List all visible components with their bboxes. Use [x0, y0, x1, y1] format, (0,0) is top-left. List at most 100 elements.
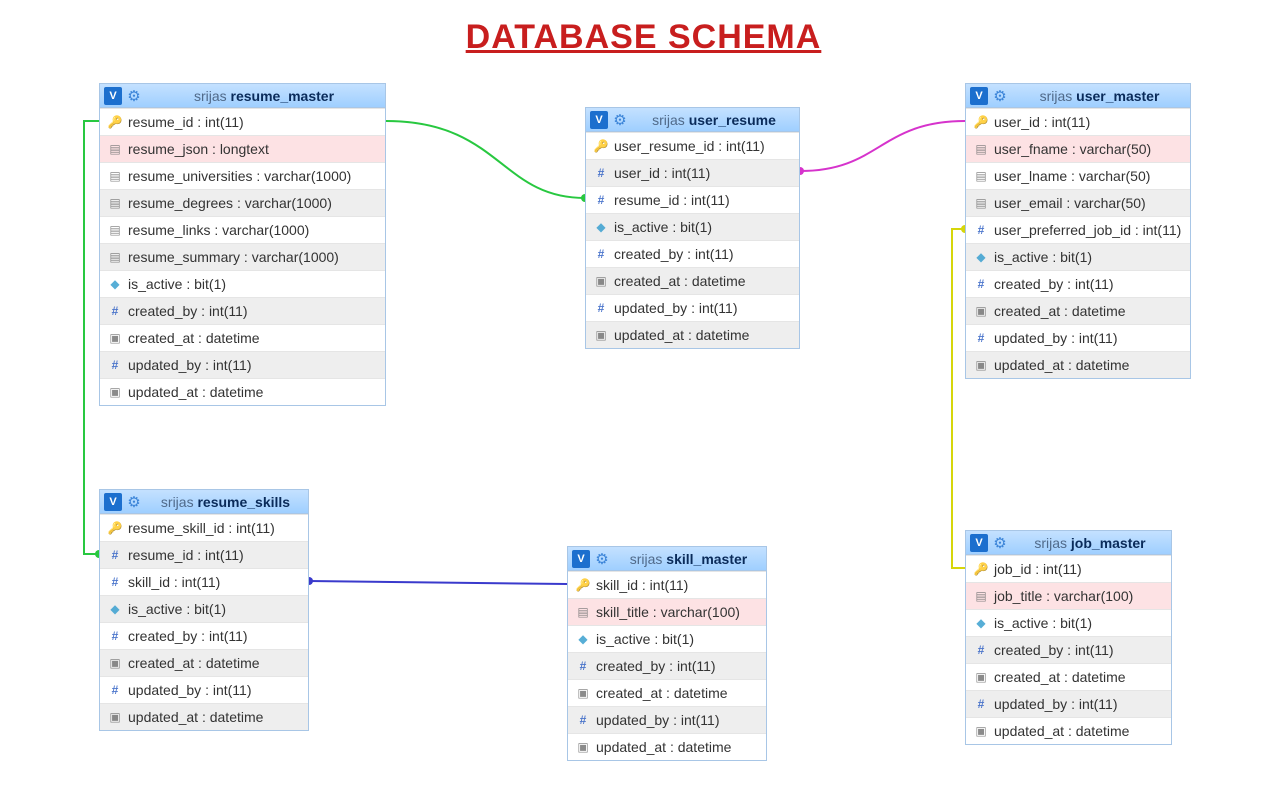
column-row[interactable]: ▤resume_universities : varchar(1000): [100, 162, 385, 189]
column-row[interactable]: 🔑skill_id : int(11): [568, 571, 766, 598]
column-row[interactable]: #user_id : int(11): [586, 159, 799, 186]
column-row[interactable]: ▤resume_summary : varchar(1000): [100, 243, 385, 270]
column-type-icon: ▣: [576, 686, 590, 700]
table-title: srijas resume_master: [147, 88, 381, 104]
view-icon: V: [104, 493, 122, 511]
column-row[interactable]: ◆is_active : bit(1): [966, 609, 1171, 636]
gear-icon[interactable]: ⚙: [125, 87, 143, 105]
column-row[interactable]: ▤user_fname : varchar(50): [966, 135, 1190, 162]
column-type-icon: #: [974, 331, 988, 345]
column-name: skill_id : int(11): [128, 574, 220, 590]
column-type-icon: #: [576, 659, 590, 673]
column-row[interactable]: 🔑resume_id : int(11): [100, 108, 385, 135]
table-user_resume[interactable]: V⚙srijas user_resume🔑user_resume_id : in…: [585, 107, 800, 349]
column-type-icon: ▣: [108, 385, 122, 399]
column-name: user_resume_id : int(11): [614, 138, 765, 154]
column-name: created_by : int(11): [994, 642, 1114, 658]
column-name: resume_skill_id : int(11): [128, 520, 275, 536]
table-header[interactable]: V⚙srijas user_master: [966, 84, 1190, 108]
column-row[interactable]: #resume_id : int(11): [586, 186, 799, 213]
column-type-icon: #: [108, 683, 122, 697]
column-row[interactable]: ▣created_at : datetime: [966, 297, 1190, 324]
column-row[interactable]: ◆is_active : bit(1): [568, 625, 766, 652]
column-row[interactable]: ▣updated_at : datetime: [100, 378, 385, 405]
column-row[interactable]: ▣updated_at : datetime: [966, 717, 1171, 744]
column-row[interactable]: ◆is_active : bit(1): [100, 595, 308, 622]
column-row[interactable]: ▣ created_at : datetime: [586, 267, 799, 294]
column-row[interactable]: #updated_by : int(11): [586, 294, 799, 321]
column-row[interactable]: #user_preferred_job_id : int(11): [966, 216, 1190, 243]
column-type-icon: ▤: [974, 142, 988, 156]
column-name: updated_by : int(11): [128, 357, 252, 373]
table-skill_master[interactable]: V⚙srijas skill_master🔑skill_id : int(11)…: [567, 546, 767, 761]
column-type-icon: #: [974, 277, 988, 291]
gear-icon[interactable]: ⚙: [593, 550, 611, 568]
column-row[interactable]: #created_by : int(11): [100, 297, 385, 324]
column-row[interactable]: #skill_id : int(11): [100, 568, 308, 595]
column-type-icon: #: [108, 358, 122, 372]
column-type-icon: ◆: [594, 220, 608, 234]
column-type-icon: #: [108, 304, 122, 318]
column-type-icon: 🔑: [576, 578, 590, 592]
column-row[interactable]: #created_by : int(11): [568, 652, 766, 679]
column-type-icon: ▤: [108, 142, 122, 156]
column-row[interactable]: #updated_by : int(11): [966, 324, 1190, 351]
column-row[interactable]: ▣updated_at : datetime: [966, 351, 1190, 378]
column-row[interactable]: #created_by : int(11): [586, 240, 799, 267]
column-row[interactable]: # updated_by : int(11): [966, 690, 1171, 717]
column-type-icon: ▤: [108, 223, 122, 237]
column-row[interactable]: ▣created_at : datetime: [966, 663, 1171, 690]
column-name: created_at : datetime: [614, 273, 746, 289]
column-row[interactable]: ▤skill_title : varchar(100): [568, 598, 766, 625]
column-type-icon: ▣: [108, 710, 122, 724]
column-row[interactable]: #resume_id : int(11): [100, 541, 308, 568]
gear-icon[interactable]: ⚙: [125, 493, 143, 511]
column-name: updated_by : int(11): [994, 696, 1118, 712]
column-row[interactable]: #updated_by : int(11): [100, 676, 308, 703]
column-row[interactable]: # updated_by : int(11): [100, 351, 385, 378]
table-resume_skills[interactable]: V⚙srijas resume_skills🔑resume_skill_id :…: [99, 489, 309, 731]
table-user_master[interactable]: V⚙srijas user_master🔑user_id : int(11)▤u…: [965, 83, 1191, 379]
column-type-icon: #: [594, 247, 608, 261]
gear-icon[interactable]: ⚙: [991, 87, 1009, 105]
column-row[interactable]: #created_by : int(11): [966, 270, 1190, 297]
column-row[interactable]: ▤user_email : varchar(50): [966, 189, 1190, 216]
table-header[interactable]: V⚙srijas resume_skills: [100, 490, 308, 514]
column-row[interactable]: ▤user_lname : varchar(50): [966, 162, 1190, 189]
column-row[interactable]: ▤resume_degrees : varchar(1000): [100, 189, 385, 216]
column-row[interactable]: 🔑resume_skill_id : int(11): [100, 514, 308, 541]
column-type-icon: #: [974, 697, 988, 711]
column-row[interactable]: ▤resume_json : longtext: [100, 135, 385, 162]
column-row[interactable]: ▣created_at : datetime: [100, 649, 308, 676]
column-row[interactable]: ▤job_title : varchar(100): [966, 582, 1171, 609]
gear-icon[interactable]: ⚙: [991, 534, 1009, 552]
column-row[interactable]: 🔑job_id : int(11): [966, 555, 1171, 582]
column-row[interactable]: ▣updated_at : datetime: [586, 321, 799, 348]
column-row[interactable]: ▣created_at : datetime: [568, 679, 766, 706]
column-row[interactable]: ▣updated_at : datetime: [568, 733, 766, 760]
column-row[interactable]: #created_by : int(11): [966, 636, 1171, 663]
column-row[interactable]: ▣created_at : datetime: [100, 324, 385, 351]
column-row[interactable]: ◆is_active : bit(1): [966, 243, 1190, 270]
column-row[interactable]: #updated_by : int(11): [568, 706, 766, 733]
column-row[interactable]: ▣updated_at : datetime: [100, 703, 308, 730]
table-header[interactable]: V⚙srijas user_resume: [586, 108, 799, 132]
column-name: user_lname : varchar(50): [994, 168, 1150, 184]
column-type-icon: ▣: [594, 274, 608, 288]
column-type-icon: ▣: [576, 740, 590, 754]
column-type-icon: #: [594, 301, 608, 315]
column-name: user_id : int(11): [994, 114, 1090, 130]
column-row[interactable]: #created_by : int(11): [100, 622, 308, 649]
table-header[interactable]: V⚙srijas resume_master: [100, 84, 385, 108]
table-resume_master[interactable]: V⚙srijas resume_master🔑resume_id : int(1…: [99, 83, 386, 406]
column-row[interactable]: ◆is_active : bit(1): [100, 270, 385, 297]
column-row[interactable]: 🔑user_resume_id : int(11): [586, 132, 799, 159]
column-row[interactable]: ◆is_active : bit(1): [586, 213, 799, 240]
table-job_master[interactable]: V⚙srijas job_master🔑job_id : int(11)▤job…: [965, 530, 1172, 745]
column-row[interactable]: 🔑user_id : int(11): [966, 108, 1190, 135]
gear-icon[interactable]: ⚙: [611, 111, 629, 129]
column-row[interactable]: ▤resume_links : varchar(1000): [100, 216, 385, 243]
table-header[interactable]: V⚙srijas job_master: [966, 531, 1171, 555]
table-header[interactable]: V⚙srijas skill_master: [568, 547, 766, 571]
column-name: is_active : bit(1): [128, 601, 226, 617]
